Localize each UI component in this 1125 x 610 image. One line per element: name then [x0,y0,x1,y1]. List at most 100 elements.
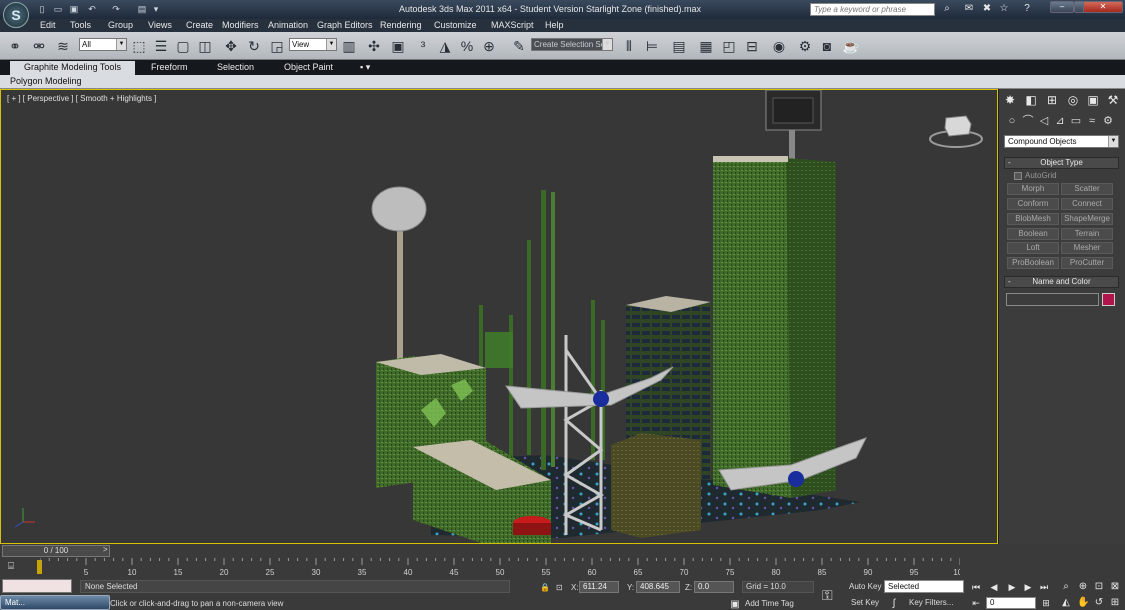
mini-curve-editor-icon[interactable]: ⌸ [8,561,14,572]
select-object-icon[interactable]: ⬚ [130,37,148,55]
select-manipulate-icon[interactable]: ✣ [365,37,383,55]
geometry-icon[interactable]: ○ [1005,114,1019,128]
render-production-icon[interactable]: ☕ [842,37,860,55]
menu-tools[interactable]: Tools [70,20,91,30]
schematic-view-icon[interactable]: ⊟ [743,37,761,55]
redo-icon[interactable]: ↷ [110,3,122,15]
connect-button[interactable]: Connect [1061,198,1113,210]
graphite-toggle-icon[interactable]: ▦ [697,37,715,55]
angle-snap-icon[interactable]: ◮ [436,37,454,55]
project-folder-icon[interactable]: ▤ [136,3,148,15]
search-input[interactable]: Type a keyword or phrase [810,3,935,16]
close-button[interactable]: ✕ [1083,1,1123,13]
window-crossing-icon[interactable]: ◫ [196,37,214,55]
keyboard-shortcut-override-icon[interactable]: ▣ [389,37,407,55]
morph-button[interactable]: Morph [1007,183,1059,195]
taskbar-button[interactable]: Mat... [0,595,110,610]
link-icon[interactable]: ⚭ [6,37,24,55]
maxscript-listener[interactable] [2,579,72,593]
y-coordinate-field[interactable]: 408.645 [636,581,680,593]
create-tab-icon[interactable]: ✸ [1002,92,1018,108]
field-of-view-icon[interactable]: ◭ [1060,597,1072,609]
percent-snap-icon[interactable]: % [458,37,476,55]
select-by-name-icon[interactable]: ☰ [152,37,170,55]
edit-named-selection-icon[interactable]: ✎ [510,37,528,55]
display-tab-icon[interactable]: ▣ [1085,92,1101,108]
shapes-icon[interactable]: ⌒ [1021,114,1035,128]
subscription-icon[interactable]: ✉ [962,2,976,16]
blobmesh-button[interactable]: BlobMesh [1007,213,1059,225]
save-file-icon[interactable]: ▣ [68,3,80,15]
bind-space-warp-icon[interactable]: ≋ [54,37,72,55]
favorites-icon[interactable]: ☆ [997,2,1011,16]
set-key-button[interactable]: Set Key [851,598,879,607]
procutter-button[interactable]: ProCutter [1061,257,1113,269]
current-frame-field[interactable]: 0 [986,597,1036,609]
open-file-icon[interactable]: ▭ [52,3,64,15]
shapemerge-button[interactable]: ShapeMerge [1061,213,1113,225]
unlink-icon[interactable]: ⚮ [30,37,48,55]
lights-icon[interactable]: ◁ [1037,114,1051,128]
curve-editor-icon[interactable]: ◰ [720,37,738,55]
proboolean-button[interactable]: ProBoolean [1007,257,1059,269]
x-coordinate-field[interactable]: 611.24 [579,581,619,593]
named-selection-set-dropdown[interactable]: Create Selection Se ▼ [531,38,613,51]
menu-animation[interactable]: Animation [268,20,308,30]
time-slider[interactable]: 0 / 100 > [0,544,1125,558]
pivot-center-icon[interactable]: ▥ [340,37,358,55]
object-type-rollout[interactable]: - Object Type [1004,157,1119,169]
orbit-icon[interactable]: ↺ [1093,597,1105,609]
selection-filter-dropdown[interactable]: All ▼ [79,38,127,51]
menu-views[interactable]: Views [148,20,172,30]
minimize-button[interactable]: – [1050,1,1074,13]
hierarchy-tab-icon[interactable]: ⊞ [1044,92,1060,108]
track-bar[interactable]: ⌸ 5 10 15 20 25 30 35 40 45 50 55 60 65 70 75 80 85 90 95 1… [0,558,1125,578]
mirror-icon[interactable]: ⫴ [620,37,638,55]
tab-selection[interactable]: Selection [217,62,254,72]
tab-graphite-modeling-tools[interactable]: Graphite Modeling Tools [10,61,135,75]
viewport-label[interactable]: [ + ] [ Perspective ] [ Smooth + Highlig… [7,94,156,103]
tab-object-paint[interactable]: Object Paint [284,62,333,72]
view-cube[interactable] [929,115,983,148]
rendered-frame-window-icon[interactable]: ◙ [818,37,836,55]
z-coordinate-field[interactable]: 0.0 [694,581,734,593]
time-tag-icon[interactable]: ▣ [729,599,741,610]
systems-icon[interactable]: ⚙ [1101,114,1115,128]
menu-create[interactable]: Create [186,20,213,30]
communication-icon[interactable]: ✖ [980,2,994,16]
help-icon[interactable]: ? [1020,2,1034,16]
key-mode-toggle-icon[interactable]: ⇤ [970,597,982,609]
snaps-toggle-icon[interactable]: ³ [414,37,432,55]
undo-icon[interactable]: ↶ [86,3,98,15]
scale-icon[interactable]: ◲ [268,37,286,55]
key-icon[interactable]: ⚿ [822,587,833,604]
layer-manager-icon[interactable]: ▤ [670,37,688,55]
boolean-button[interactable]: Boolean [1007,228,1059,240]
menu-edit[interactable]: Edit [40,20,56,30]
zoom-icon[interactable]: ⌕ [1060,581,1072,593]
menu-help[interactable]: Help [545,20,564,30]
menu-group[interactable]: Group [108,20,133,30]
zoom-extents-all-icon[interactable]: ⊠ [1109,581,1121,593]
perspective-viewport[interactable]: [ + ] [ Perspective ] [ Smooth + Highlig… [0,89,998,544]
polygon-modeling-panel[interactable]: Polygon Modeling [10,76,82,86]
menu-customize[interactable]: Customize [434,20,477,30]
align-icon[interactable]: ⊨ [643,37,661,55]
app-logo-icon[interactable]: S [3,2,29,28]
utilities-tab-icon[interactable]: ⚒ [1105,92,1121,108]
go-to-start-icon[interactable]: ⏮ [970,581,982,593]
scatter-button[interactable]: Scatter [1061,183,1113,195]
time-slider-thumb[interactable]: 0 / 100 [2,545,110,557]
tab-freeform[interactable]: Freeform [151,62,188,72]
new-file-icon[interactable]: ▯ [36,3,48,15]
add-time-tag-button[interactable]: Add Time Tag [745,599,794,608]
binoculars-icon[interactable]: ⌕ [940,2,954,16]
loft-button[interactable]: Loft [1007,242,1059,254]
modify-tab-icon[interactable]: ◧ [1023,92,1039,108]
play-icon[interactable]: ▶ [1006,581,1018,593]
name-and-color-rollout[interactable]: - Name and Color [1004,276,1119,288]
pan-icon[interactable]: ✋ [1077,597,1089,609]
lock-selection-icon[interactable]: 🔒 [540,583,550,592]
material-editor-icon[interactable]: ◉ [770,37,788,55]
key-mode-dropdown[interactable]: Selected [884,580,964,593]
